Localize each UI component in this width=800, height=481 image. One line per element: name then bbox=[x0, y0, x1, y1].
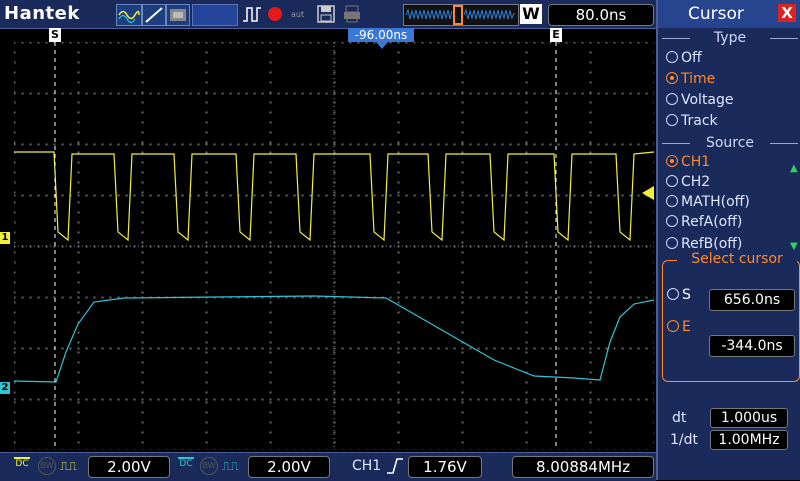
trigger-position-readout: -96.00ns bbox=[348, 28, 414, 42]
inverse-dt-label: 1/dt bbox=[670, 432, 698, 448]
type-option-off[interactable]: Off bbox=[666, 48, 702, 68]
timebase-readout[interactable]: 80.0ns bbox=[548, 4, 654, 26]
radio-icon bbox=[666, 195, 678, 207]
source-option-ch2[interactable]: CH2 bbox=[666, 172, 710, 192]
ch2-ground-marker[interactable]: 2 bbox=[0, 382, 10, 394]
type-option-time[interactable]: Time bbox=[666, 69, 715, 89]
trigger-level-marker[interactable] bbox=[642, 186, 654, 200]
save-icon[interactable] bbox=[316, 4, 336, 24]
print-icon[interactable] bbox=[342, 4, 362, 24]
acquire-mode-icon[interactable]: aut bbox=[289, 4, 309, 24]
panel-title: Cursor bbox=[688, 4, 744, 24]
ch1-coupling-badge[interactable]: DC bbox=[14, 457, 30, 469]
ch1-scale-readout[interactable]: 2.00V bbox=[88, 456, 170, 478]
radio-icon bbox=[666, 93, 678, 105]
cursor-e-value[interactable]: -344.0ns bbox=[709, 335, 795, 357]
close-button[interactable]: X bbox=[778, 4, 796, 22]
status-slot bbox=[192, 4, 238, 26]
inverse-dt-value: 1.00MHz bbox=[710, 430, 788, 450]
source-option-ch1[interactable]: CH1 bbox=[666, 152, 710, 172]
frequency-readout: 8.00884MHz bbox=[512, 456, 654, 478]
cursor-s-value[interactable]: 656.0ns bbox=[709, 289, 795, 311]
radio-selected-icon bbox=[666, 72, 678, 84]
persistence-icon[interactable] bbox=[166, 4, 190, 26]
cursor-e-option[interactable]: E bbox=[667, 319, 691, 335]
radio-selected-icon bbox=[666, 155, 678, 167]
cursor-s-marker[interactable]: S bbox=[49, 28, 61, 42]
run-mode-pulse-icon[interactable] bbox=[242, 4, 262, 24]
rising-edge-icon[interactable] bbox=[386, 457, 404, 475]
brand-logo: Hantek bbox=[4, 3, 80, 24]
waveform-graticule[interactable] bbox=[14, 42, 654, 450]
radio-icon bbox=[666, 114, 678, 126]
source-option-refa[interactable]: RefA(off) bbox=[666, 212, 742, 232]
source-option-math[interactable]: MATH(off) bbox=[666, 192, 750, 212]
select-cursor-header: Select cursor bbox=[677, 251, 797, 267]
top-toolbar: Hantek aut W 80.0ns bbox=[0, 0, 656, 29]
cursor-s-option[interactable]: S bbox=[667, 287, 691, 303]
ch2-bw-limit-icon[interactable]: BW bbox=[200, 457, 218, 475]
cursor-menu-panel: Cursor X Type Off Time Voltage Track Sou… bbox=[656, 0, 800, 480]
record-icon[interactable] bbox=[266, 4, 284, 24]
panel-title-bar: Cursor X bbox=[658, 0, 800, 28]
ch1-ground-marker[interactable]: 1 bbox=[0, 232, 10, 244]
radio-icon bbox=[667, 288, 679, 300]
window-badge: W bbox=[520, 4, 542, 24]
radio-icon bbox=[666, 215, 678, 227]
trigger-level-readout[interactable]: 1.76V bbox=[408, 456, 482, 478]
type-option-track[interactable]: Track bbox=[666, 111, 718, 131]
scroll-up-icon[interactable]: ▲ bbox=[790, 163, 798, 174]
ch2-probe-icon[interactable]: ⎍⎍ bbox=[222, 459, 239, 474]
bottom-status-bar: DC BW ⎍⎍ 2.00V DC BW ⎍⎍ 2.00V CH1 1.76V … bbox=[0, 452, 656, 481]
dt-label: dt bbox=[672, 410, 687, 426]
radio-icon bbox=[666, 175, 678, 187]
memory-timeline[interactable] bbox=[403, 4, 519, 26]
type-group-header: Type bbox=[658, 30, 800, 46]
trigger-source-label: CH1 bbox=[352, 458, 382, 474]
vectors-mode-icon[interactable] bbox=[142, 4, 166, 26]
ch1-probe-icon[interactable]: ⎍⎍ bbox=[60, 459, 77, 474]
ch2-coupling-badge[interactable]: DC bbox=[178, 457, 194, 469]
waveform-display-icon[interactable] bbox=[116, 4, 142, 26]
ch1-bw-limit-icon[interactable]: BW bbox=[38, 457, 56, 475]
dt-value: 1.000us bbox=[710, 408, 788, 428]
ch2-scale-readout[interactable]: 2.00V bbox=[248, 456, 330, 478]
radio-icon bbox=[666, 237, 678, 249]
cursor-e-marker[interactable]: E bbox=[550, 28, 562, 42]
type-option-voltage[interactable]: Voltage bbox=[666, 90, 734, 110]
svg-text:aut: aut bbox=[291, 10, 304, 19]
radio-icon bbox=[666, 51, 678, 63]
radio-selected-icon bbox=[667, 320, 679, 332]
source-group-header: Source bbox=[658, 135, 800, 151]
select-cursor-group: Select cursor S 656.0ns E -344.0ns bbox=[662, 251, 800, 382]
